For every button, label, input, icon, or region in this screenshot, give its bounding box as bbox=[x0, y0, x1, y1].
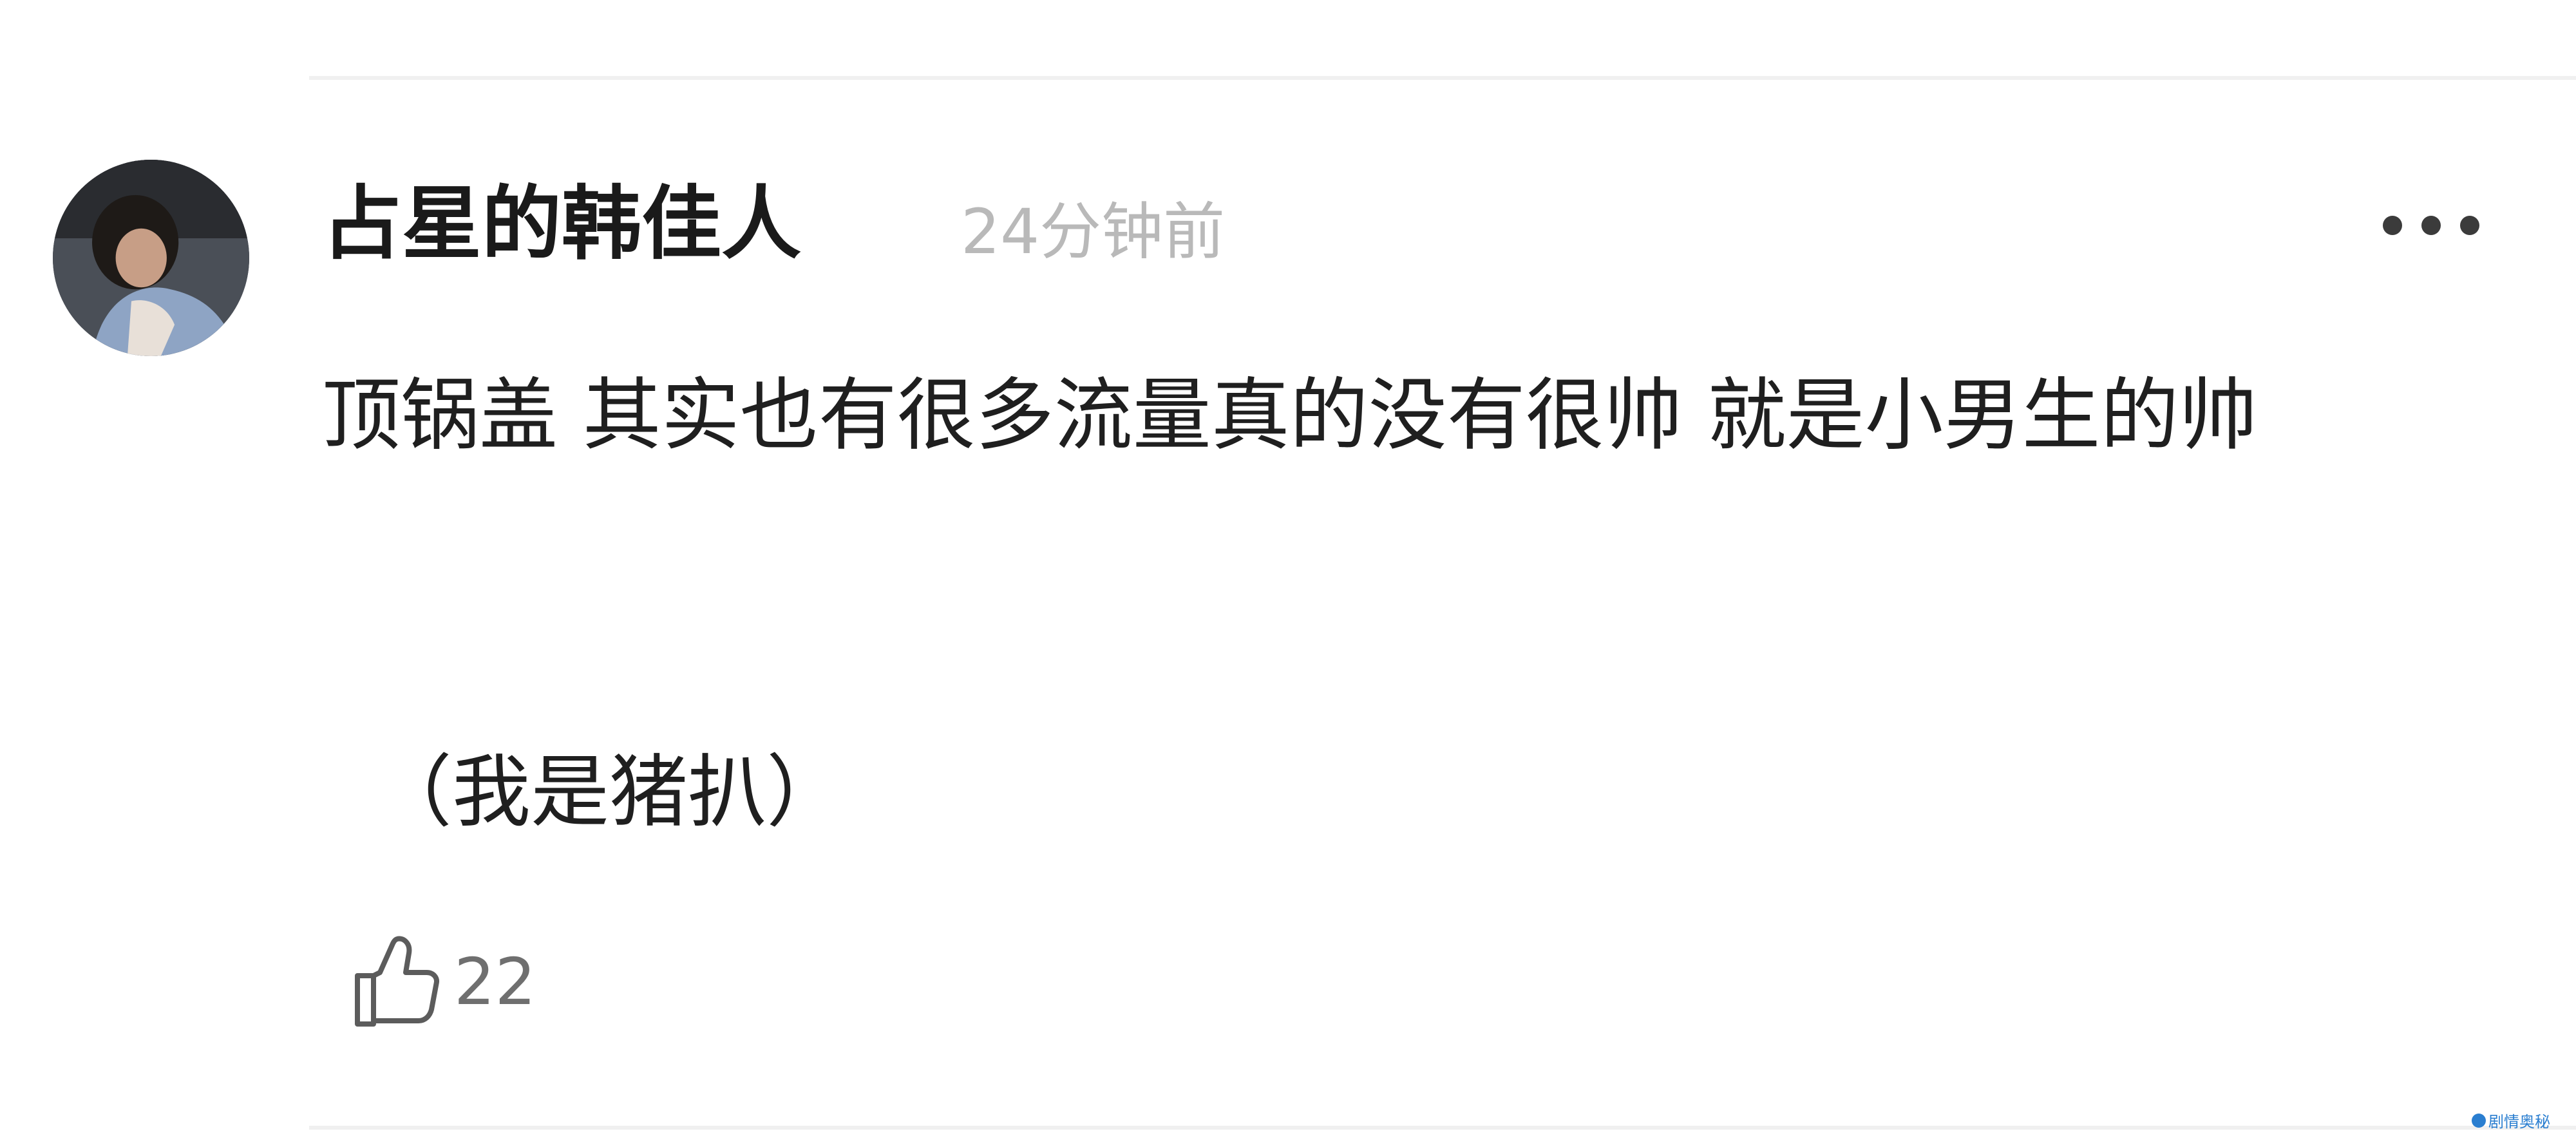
comment-note: （我是猪扒） bbox=[374, 746, 845, 838]
watermark: 剧情奥秘 bbox=[2472, 1109, 2550, 1132]
avatar-photo bbox=[53, 160, 249, 356]
username[interactable]: 占星的韩佳人 bbox=[322, 173, 801, 276]
thumbs-up-icon bbox=[355, 936, 439, 1027]
more-dot bbox=[2421, 216, 2441, 235]
avatar[interactable] bbox=[53, 160, 249, 356]
watermark-logo-icon bbox=[2472, 1113, 2486, 1128]
more-dot bbox=[2460, 216, 2479, 235]
timestamp: 24分钟前 bbox=[961, 196, 1226, 268]
top-divider bbox=[309, 76, 2576, 80]
like-count: 22 bbox=[454, 944, 536, 1019]
bottom-divider bbox=[309, 1126, 2576, 1130]
comment-text: 顶锅盖 其实也有很多流量真的没有很帅 就是小男生的帅 bbox=[322, 370, 2258, 461]
more-options-button[interactable] bbox=[2383, 206, 2479, 245]
more-horizontal-icon bbox=[2383, 216, 2402, 235]
like-button[interactable]: 22 bbox=[351, 934, 536, 1030]
watermark-text: 剧情奥秘 bbox=[2488, 1113, 2550, 1131]
